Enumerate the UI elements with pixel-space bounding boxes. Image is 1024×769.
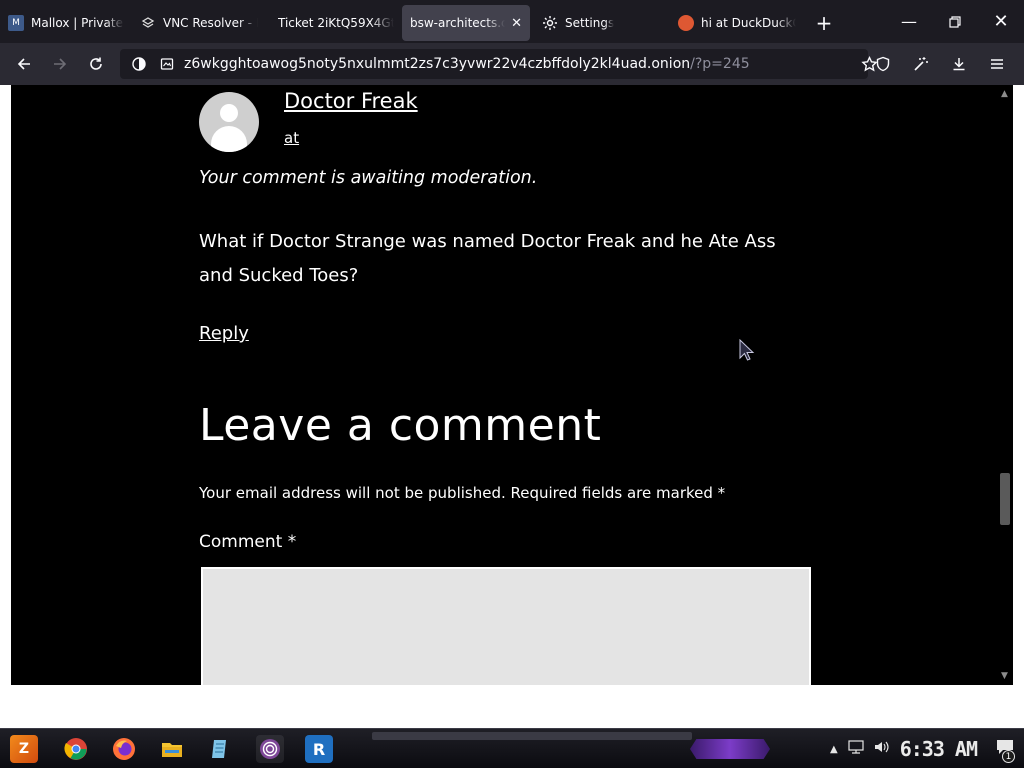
navigation-toolbar: z6wkgghtoawog5noty5nxulmmt2zs7c3yvwr22v4…	[0, 43, 1024, 85]
chrome-taskbar-button[interactable]	[62, 735, 90, 763]
magic-wand-button[interactable]	[902, 48, 940, 80]
back-button[interactable]	[6, 48, 42, 80]
gear-icon	[542, 15, 558, 31]
volume-icon[interactable]	[874, 740, 890, 758]
tab-settings[interactable]: Settings	[530, 5, 666, 41]
downloads-button[interactable]	[940, 48, 978, 80]
comment-author-link[interactable]: Doctor Freak	[284, 89, 418, 113]
new-tab-button[interactable]: +	[804, 5, 844, 41]
comment-text: What if Doctor Strange was named Doctor …	[199, 231, 776, 286]
tab-label: VNC Resolver - E	[163, 16, 258, 30]
mallox-favicon-icon: M	[8, 15, 24, 31]
tab-mallox[interactable]: M Mallox | Private C	[0, 5, 132, 41]
plus-icon: +	[815, 11, 833, 35]
taskbar: Z R ▲ 6:33 AM 1	[0, 728, 1024, 768]
tor-icon	[260, 739, 280, 759]
tab-duckduckgo[interactable]: hi at DuckDuckG	[666, 5, 804, 41]
shield-icon	[876, 56, 890, 72]
firefox-icon	[113, 738, 135, 760]
remote-desktop-taskbar-button[interactable]: R	[305, 735, 333, 763]
system-tray: ▲ 6:33 AM 1	[825, 729, 1024, 769]
mouse-cursor-icon	[739, 339, 755, 361]
close-window-button[interactable]: ✕	[978, 0, 1024, 43]
page-icon[interactable]	[156, 57, 178, 71]
avatar-head	[220, 104, 238, 122]
url-path: /?p=245	[690, 56, 750, 72]
forward-button[interactable]	[42, 48, 78, 80]
restore-icon	[949, 15, 961, 28]
reload-button[interactable]	[78, 48, 114, 80]
tab-bsw-architects[interactable]: bsw-architects.co ✕	[402, 5, 530, 41]
vnc-resolver-favicon-icon	[140, 15, 156, 31]
taskbar-decoration	[372, 732, 692, 740]
notepad-taskbar-button[interactable]	[206, 735, 234, 763]
tab-label: bsw-architects.co	[410, 16, 506, 30]
duckduckgo-favicon-icon	[678, 15, 694, 31]
shield-button[interactable]	[864, 48, 902, 80]
comment-label: Comment *	[199, 532, 297, 552]
avatar	[199, 92, 259, 152]
moderation-notice: Your comment is awaiting moderation.	[199, 168, 538, 188]
comment-notes: Your email address will not be published…	[199, 484, 726, 502]
minimize-button[interactable]: —	[886, 0, 932, 43]
file-explorer-taskbar-button[interactable]	[158, 735, 186, 763]
start-logo-icon: Z	[18, 741, 30, 757]
page-viewport: Doctor Freak at Your comment is awaiting…	[11, 85, 1013, 685]
address-bar[interactable]: z6wkgghtoawog5noty5nxulmmt2zs7c3yvwr22v4…	[120, 49, 868, 79]
tab-label: Settings	[565, 16, 615, 30]
comment-date-link[interactable]: at	[284, 129, 299, 147]
tab-label: Ticket 2iKtQ59X4Gt5	[278, 16, 394, 30]
folder-icon	[162, 743, 182, 757]
magic-wand-icon	[914, 57, 928, 71]
taskbar-accent	[690, 739, 770, 759]
comment-textarea[interactable]	[201, 567, 811, 685]
avatar-body	[211, 126, 247, 152]
network-icon[interactable]	[848, 740, 864, 758]
tab-label: Mallox | Private C	[31, 16, 124, 30]
blank-area	[0, 685, 1024, 728]
tab-label: hi at DuckDuckG	[701, 16, 796, 30]
scroll-up-arrow-icon[interactable]: ▲	[996, 87, 1013, 101]
leave-comment-heading: Leave a comment	[199, 400, 602, 451]
chevron-up-icon[interactable]: ▲	[830, 744, 838, 755]
arrow-right-icon	[54, 58, 67, 70]
close-tab-icon[interactable]: ✕	[511, 16, 522, 31]
reply-link[interactable]: Reply	[199, 323, 249, 344]
vertical-scrollbar[interactable]: ▲ ▼	[996, 85, 1013, 685]
notification-center-button[interactable]: 1	[996, 739, 1015, 763]
browser-tab-bar: M Mallox | Private C VNC Resolver - E Ti…	[0, 0, 1024, 43]
scroll-down-arrow-icon[interactable]: ▼	[996, 669, 1013, 683]
remote-desktop-icon: R	[312, 739, 326, 759]
chrome-icon	[64, 738, 87, 760]
hamburger-menu-icon	[991, 59, 1003, 69]
reload-icon	[90, 57, 102, 70]
notification-count-badge: 1	[1002, 750, 1015, 763]
tab-vnc-resolver[interactable]: VNC Resolver - E	[132, 5, 266, 41]
restore-button[interactable]	[932, 0, 978, 43]
download-icon	[953, 58, 965, 71]
window-controls: — ✕	[886, 0, 1024, 43]
tab-ticket[interactable]: Ticket 2iKtQ59X4Gt5	[266, 5, 402, 41]
arrow-left-icon	[17, 58, 30, 70]
scrollbar-thumb[interactable]	[1000, 473, 1010, 525]
menu-button[interactable]	[978, 48, 1016, 80]
firefox-taskbar-button[interactable]	[110, 735, 138, 763]
close-icon: ✕	[993, 11, 1009, 32]
notepad-icon	[212, 740, 226, 758]
minimize-icon: —	[901, 12, 917, 31]
tor-browser-taskbar-button[interactable]	[256, 735, 284, 763]
url-host: z6wkgghtoawog5noty5nxulmmt2zs7c3yvwr22v4…	[184, 56, 691, 72]
site-info-icon[interactable]	[128, 57, 150, 71]
clock[interactable]: 6:33 AM	[900, 737, 978, 761]
start-button[interactable]: Z	[10, 735, 38, 763]
